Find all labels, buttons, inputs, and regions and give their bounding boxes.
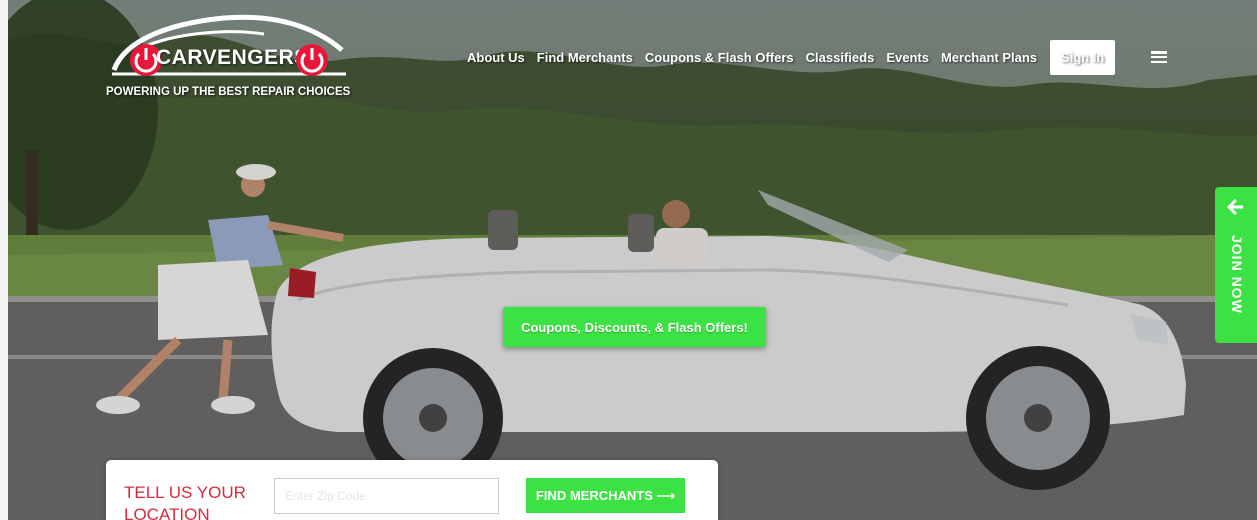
logo-tagline: POWERING UP THE BEST REPAIR CHOICES	[106, 86, 351, 98]
nav-coupons-flash-offers[interactable]: Coupons & Flash Offers	[645, 50, 794, 65]
join-now-label: JOIN NOW	[1229, 235, 1245, 314]
hamburger-icon[interactable]	[1151, 51, 1168, 63]
nav-classifieds[interactable]: Classifieds	[806, 50, 875, 65]
main-nav: About Us Find Merchants Coupons & Flash …	[467, 39, 1168, 75]
power-icon-right	[296, 44, 328, 76]
nav-find-merchants[interactable]: Find Merchants	[537, 50, 633, 65]
coupons-offers-button[interactable]: Coupons, Discounts, & Flash Offers!	[503, 307, 766, 347]
zip-code-input[interactable]	[274, 478, 499, 514]
logo-brand-text: CARVENGERS	[156, 46, 309, 69]
nav-events[interactable]: Events	[886, 50, 929, 65]
nav-merchant-plans[interactable]: Merchant Plans	[941, 50, 1037, 65]
sign-in-button[interactable]: Sign In	[1050, 39, 1116, 75]
hero-banner: CARVENGERS POWERING UP THE BEST REPAIR C…	[8, 0, 1257, 520]
join-now-tab[interactable]: JOIN NOW	[1215, 187, 1257, 343]
nav-about-us[interactable]: About Us	[467, 50, 525, 65]
location-title: TELL US YOUR LOCATION	[124, 483, 246, 520]
arrow-left-icon	[1227, 199, 1243, 215]
site-logo[interactable]: CARVENGERS POWERING UP THE BEST REPAIR C…	[104, 12, 354, 102]
find-merchants-button[interactable]: FIND MERCHANTS ⟶	[526, 478, 685, 513]
location-search-card: TELL US YOUR LOCATION FIND MERCHANTS ⟶	[106, 460, 718, 520]
